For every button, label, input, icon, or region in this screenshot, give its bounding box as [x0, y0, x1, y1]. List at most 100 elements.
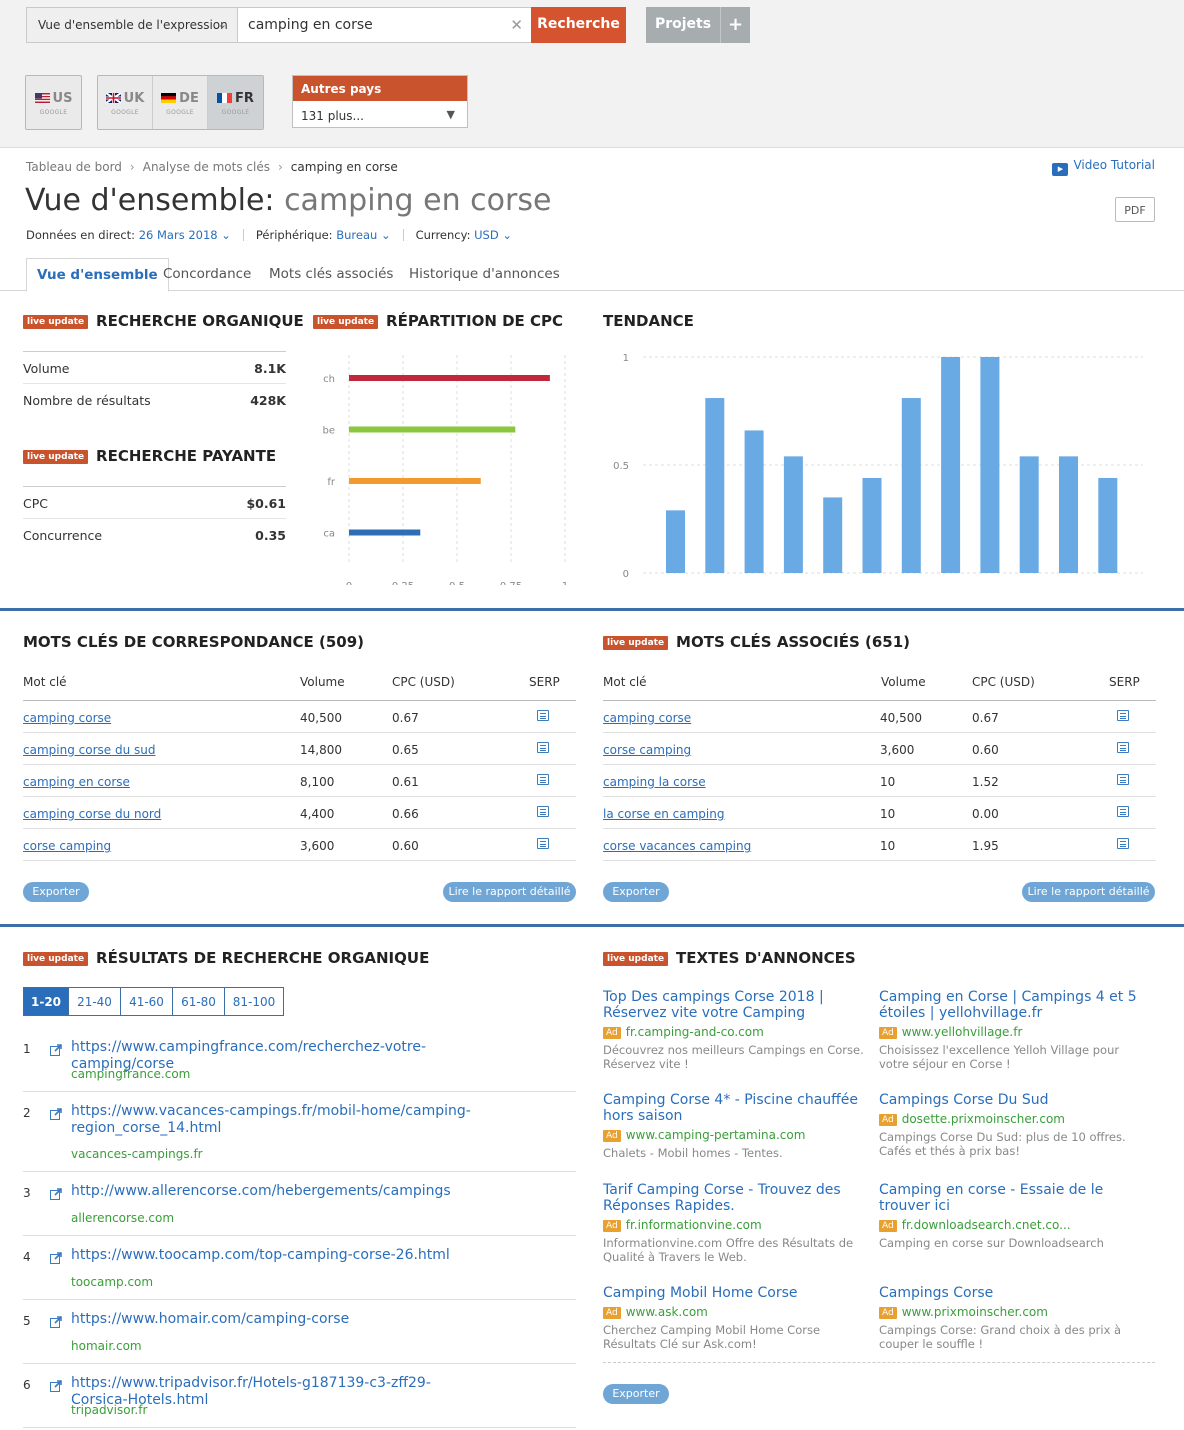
- ad-title[interactable]: Camping Mobil Home Corse: [603, 1285, 865, 1301]
- database-fr[interactable]: FR GOOGLE: [208, 76, 263, 129]
- currency-select[interactable]: USD ⌄: [474, 228, 512, 242]
- result-position: 4: [23, 1250, 31, 1264]
- ad-card: Campings Corse Du Sud Ad dosette.prixmoins…: [879, 1092, 1141, 1158]
- serp-icon[interactable]: [1117, 838, 1129, 849]
- detailed-report-button[interactable]: Lire le rapport détaillé: [1022, 882, 1155, 902]
- engine-label: GOOGLE: [111, 109, 139, 116]
- pdf-button[interactable]: PDF: [1115, 197, 1155, 222]
- result-url[interactable]: http://www.allerencorse.com/hebergements…: [71, 1183, 471, 1200]
- export-button[interactable]: Exporter: [603, 882, 669, 902]
- ad-description: Camping en corse sur Downloadsearch: [879, 1236, 1104, 1250]
- serp-icon[interactable]: [1117, 710, 1129, 721]
- cpc-label: CPC: [23, 496, 48, 511]
- external-link-icon[interactable]: [50, 1188, 62, 1200]
- cpc-cell: 0.00: [972, 807, 999, 821]
- serp-icon[interactable]: [537, 710, 549, 721]
- serp-icon[interactable]: [1117, 742, 1129, 753]
- volume-label: Volume: [23, 361, 70, 376]
- tab-overview[interactable]: Vue d'ensemble: [26, 258, 169, 292]
- keyword-link[interactable]: corse camping: [23, 839, 111, 853]
- video-tutorial-label: Video Tutorial: [1073, 158, 1155, 172]
- ads-title: live update TEXTES D'ANNONCES: [603, 949, 856, 967]
- search-input[interactable]: camping en corse ✕: [237, 7, 532, 43]
- keyword-link[interactable]: la corse en camping: [603, 807, 724, 821]
- ad-title[interactable]: Camping en Corse | Campings 4 et 5 étoil…: [879, 989, 1141, 1021]
- page-61-80[interactable]: 61-80: [172, 987, 225, 1016]
- tab-related[interactable]: Mots clés associés: [269, 266, 393, 282]
- device-select[interactable]: Bureau ⌄: [336, 228, 390, 242]
- breadcrumb-keyword-analysis[interactable]: Analyse de mots clés: [143, 160, 270, 174]
- result-url[interactable]: https://www.homair.com/camping-corse: [71, 1311, 471, 1328]
- external-link-icon[interactable]: [50, 1108, 62, 1120]
- ad-title[interactable]: Campings Corse Du Sud: [879, 1092, 1141, 1108]
- result-url[interactable]: https://www.vacances-campings.fr/mobil-h…: [71, 1103, 471, 1137]
- report-type-select[interactable]: Vue d'ensemble de l'expression ⌄: [26, 7, 238, 43]
- result-url[interactable]: https://www.toocamp.com/top-camping-cors…: [71, 1247, 471, 1264]
- projects-button[interactable]: Projets +: [646, 7, 750, 43]
- serp-icon[interactable]: [537, 774, 549, 785]
- database-uk[interactable]: UK GOOGLE: [98, 76, 153, 129]
- ad-description: Chalets - Mobil homes - Tentes.: [603, 1146, 783, 1160]
- ad-url-line: Ad www.ask.com: [603, 1305, 865, 1319]
- trend-bar: [941, 357, 961, 573]
- category-label: ch: [323, 374, 335, 385]
- paid-title: live update RECHERCHE PAYANTE: [23, 447, 276, 465]
- search-button[interactable]: Recherche: [531, 7, 626, 43]
- cpc-dist-title-text: RÉPARTITION DE CPC: [386, 312, 564, 330]
- tab-bar: Vue d'ensemble Concordance Mots clés ass…: [0, 258, 1184, 292]
- external-link-icon[interactable]: [50, 1316, 62, 1328]
- serp-icon[interactable]: [537, 806, 549, 817]
- ad-title[interactable]: Tarif Camping Corse - Trouvez des Répons…: [603, 1182, 865, 1214]
- ad-url-line: Ad fr.downloadsearch.cnet.co...: [879, 1218, 1141, 1232]
- serp-icon[interactable]: [1117, 806, 1129, 817]
- serp-icon[interactable]: [537, 838, 549, 849]
- page-21-40[interactable]: 21-40: [68, 987, 121, 1016]
- organic-results-title: live update RÉSULTATS DE RECHERCHE ORGANI…: [23, 949, 429, 967]
- breadcrumb-current: camping en corse: [290, 160, 398, 174]
- external-link-icon[interactable]: [50, 1380, 62, 1392]
- date-select[interactable]: 26 Mars 2018 ⌄: [139, 228, 231, 242]
- ad-card: Camping Corse 4* - Piscine chauffée hors…: [603, 1092, 865, 1160]
- export-button[interactable]: Exporter: [23, 882, 89, 902]
- video-tutorial-link[interactable]: ▶ Video Tutorial: [1052, 158, 1155, 176]
- trend-bar: [1059, 456, 1078, 573]
- breadcrumb-dashboard[interactable]: Tableau de bord: [26, 160, 122, 174]
- live-update-badge: live update: [23, 952, 89, 966]
- clear-icon[interactable]: ✕: [510, 16, 523, 34]
- external-link-icon[interactable]: [50, 1044, 62, 1056]
- x-tick-label: 0: [346, 581, 352, 585]
- other-countries-select[interactable]: Autres pays 131 plus... ▼: [292, 75, 468, 128]
- tab-ad-history[interactable]: Historique d'annonces: [409, 266, 560, 282]
- keyword-link[interactable]: camping la corse: [603, 775, 706, 789]
- ad-title[interactable]: Camping en corse - Essaie de le trouver …: [879, 1182, 1141, 1214]
- export-button[interactable]: Exporter: [603, 1384, 669, 1404]
- external-link-icon[interactable]: [50, 1252, 62, 1264]
- page-1-20[interactable]: 1-20: [23, 987, 69, 1016]
- keyword-link[interactable]: camping en corse: [23, 775, 130, 789]
- database-us[interactable]: US GOOGLE: [26, 76, 81, 129]
- keyword-link[interactable]: camping corse du sud: [23, 743, 155, 757]
- keyword-link[interactable]: corse vacances camping: [603, 839, 751, 853]
- ad-card: Tarif Camping Corse - Trouvez des Répons…: [603, 1182, 865, 1264]
- page-41-60[interactable]: 41-60: [120, 987, 173, 1016]
- ad-title[interactable]: Campings Corse: [879, 1285, 1141, 1301]
- keyword-link[interactable]: camping corse: [603, 711, 691, 725]
- detailed-report-button[interactable]: Lire le rapport détaillé: [443, 882, 576, 902]
- ad-title[interactable]: Camping Corse 4* - Piscine chauffée hors…: [603, 1092, 865, 1124]
- serp-icon[interactable]: [537, 742, 549, 753]
- add-project-icon[interactable]: +: [720, 7, 750, 43]
- keyword-link[interactable]: corse camping: [603, 743, 691, 757]
- serp-icon[interactable]: [1117, 774, 1129, 785]
- ad-url: dosette.prixmoinscher.com: [901, 1112, 1065, 1126]
- page-81-100[interactable]: 81-100: [224, 987, 284, 1016]
- ad-card: Camping en Corse | Campings 4 et 5 étoil…: [879, 989, 1141, 1071]
- tab-matching[interactable]: Concordance: [163, 266, 251, 282]
- volume-cell: 10: [880, 839, 896, 853]
- keyword-link[interactable]: camping corse: [23, 711, 111, 725]
- database-de[interactable]: DE GOOGLE: [153, 76, 208, 129]
- device-label: Périphérique:: [255, 228, 333, 242]
- volume-cell: 10: [880, 807, 896, 821]
- ad-title[interactable]: Top Des campings Corse 2018 | Réservez v…: [603, 989, 865, 1021]
- keyword-link[interactable]: camping corse du nord: [23, 807, 161, 821]
- ad-badge: Ad: [879, 1027, 897, 1039]
